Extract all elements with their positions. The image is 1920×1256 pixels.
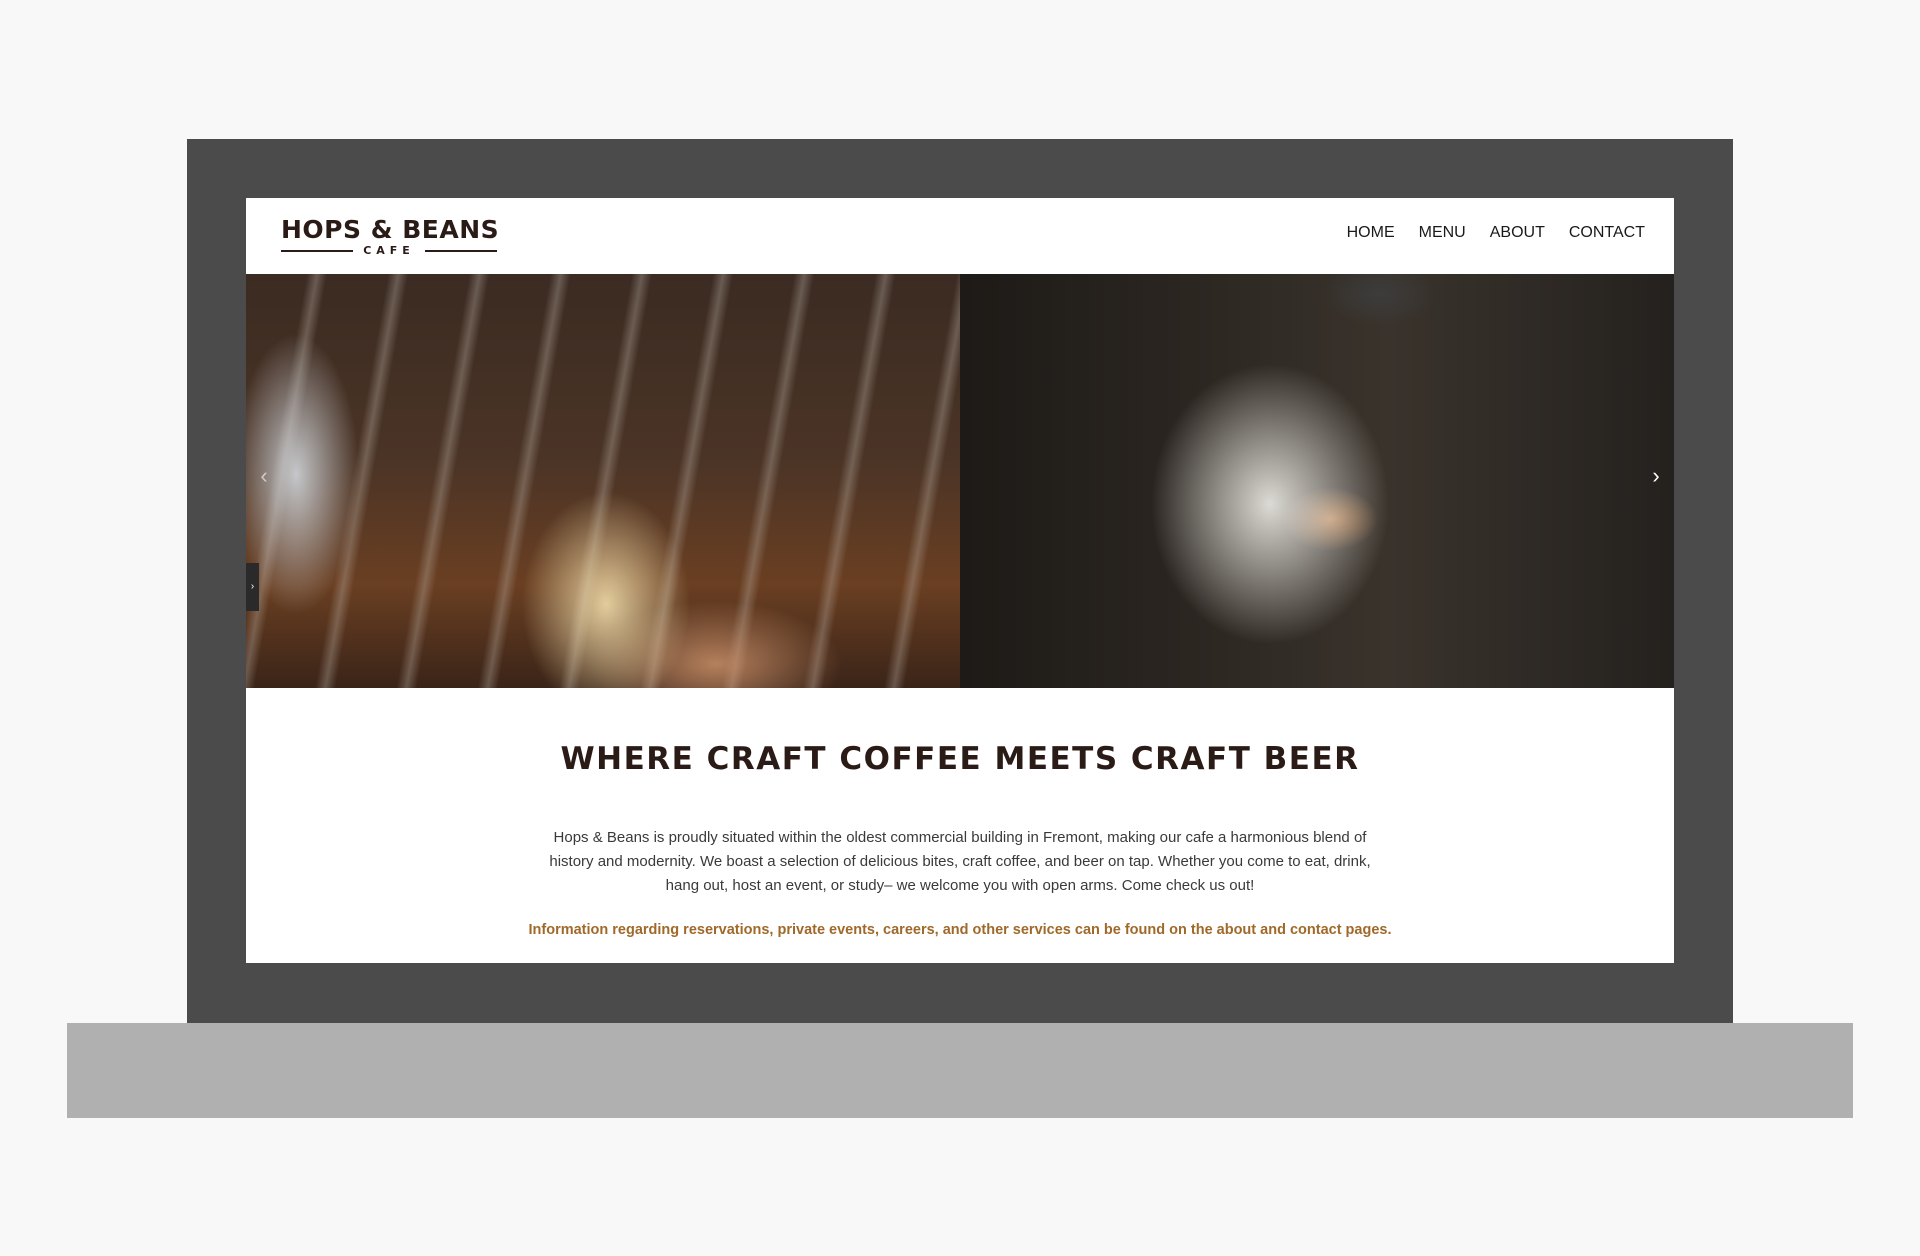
site-header: HOPS & BEANS CAFE HOME MENU ABOUT CONTAC…: [246, 198, 1674, 274]
chevron-right-icon[interactable]: ›: [1644, 464, 1668, 488]
website-viewport: HOPS & BEANS CAFE HOME MENU ABOUT CONTAC…: [246, 198, 1674, 963]
logo-rule-right: [424, 250, 497, 252]
logo-wordmark: HOPS & BEANS: [281, 215, 500, 244]
laptop-base: [67, 1023, 1853, 1118]
hero-image-beer-tap: [246, 274, 960, 688]
chevron-left-icon[interactable]: ‹: [252, 464, 276, 488]
page-headline: WHERE CRAFT COFFEE MEETS CRAFT BEER: [560, 741, 1360, 777]
nav-contact[interactable]: CONTACT: [1569, 224, 1645, 242]
info-note: Information regarding reservations, priv…: [528, 922, 1392, 938]
nav-about[interactable]: ABOUT: [1490, 224, 1545, 242]
intro-section: WHERE CRAFT COFFEE MEETS CRAFT BEER Hops…: [246, 688, 1674, 963]
logo-rule-left: [281, 250, 354, 252]
main-nav: HOME MENU ABOUT CONTACT: [1347, 224, 1645, 242]
nav-home[interactable]: HOME: [1347, 224, 1395, 242]
nav-menu[interactable]: MENU: [1419, 224, 1466, 242]
intro-paragraph: Hops & Beans is proudly situated within …: [549, 829, 1371, 894]
logo-subline: CAFE: [281, 244, 497, 258]
hero-slider: ‹ › ›: [246, 274, 1674, 688]
logo[interactable]: HOPS & BEANS CAFE: [281, 215, 500, 258]
laptop-screen-bezel: HOPS & BEANS CAFE HOME MENU ABOUT CONTAC…: [187, 139, 1733, 1023]
hero-image-latte-pour: [960, 274, 1674, 688]
logo-sub-text: CAFE: [363, 244, 415, 257]
side-drawer-toggle[interactable]: ›: [246, 563, 259, 611]
